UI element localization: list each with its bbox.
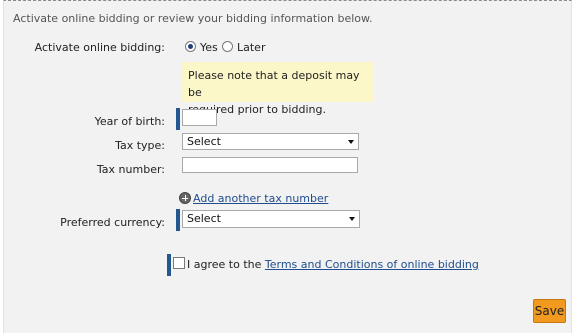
currency-selected: Select bbox=[187, 212, 221, 225]
radio-yes-label[interactable]: Yes bbox=[200, 41, 218, 54]
tax-number-label: Tax number: bbox=[96, 163, 165, 176]
radio-yes[interactable] bbox=[185, 41, 196, 52]
tax-type-selected: Select bbox=[187, 135, 221, 148]
add-tax-number-link[interactable]: Add another tax number bbox=[193, 192, 328, 205]
agree-checkbox[interactable] bbox=[173, 257, 185, 269]
save-button[interactable]: Save bbox=[533, 299, 566, 323]
tax-number-input[interactable] bbox=[182, 157, 358, 173]
required-indicator bbox=[176, 108, 180, 130]
year-of-birth-input[interactable] bbox=[182, 109, 217, 126]
add-circle-icon[interactable] bbox=[179, 192, 191, 204]
deposit-notice-line-1: Please note that a deposit may be bbox=[188, 69, 360, 99]
preferred-currency-label: Preferred currency: bbox=[60, 216, 165, 229]
currency-select[interactable]: Select bbox=[182, 210, 360, 228]
activate-bidding-label: Activate online bidding: bbox=[34, 41, 165, 54]
required-indicator bbox=[167, 254, 171, 276]
required-indicator bbox=[176, 209, 180, 231]
chevron-down-icon bbox=[349, 217, 355, 221]
bidding-form-panel: Activate online bidding or review your b… bbox=[3, 0, 572, 333]
tax-type-label: Tax type: bbox=[115, 139, 165, 152]
radio-later-label[interactable]: Later bbox=[237, 41, 265, 54]
agree-text: I agree to the Terms and Conditions of o… bbox=[187, 258, 479, 271]
intro-text: Activate online bidding or review your b… bbox=[13, 12, 373, 25]
tax-type-select[interactable]: Select bbox=[182, 133, 359, 150]
radio-later[interactable] bbox=[222, 41, 233, 52]
year-of-birth-label: Year of birth: bbox=[94, 115, 165, 128]
chevron-down-icon bbox=[348, 140, 354, 144]
deposit-notice: Please note that a deposit may be requir… bbox=[182, 62, 374, 116]
terms-link[interactable]: Terms and Conditions of online bidding bbox=[265, 258, 479, 271]
agree-prefix: I agree to the bbox=[187, 258, 265, 271]
